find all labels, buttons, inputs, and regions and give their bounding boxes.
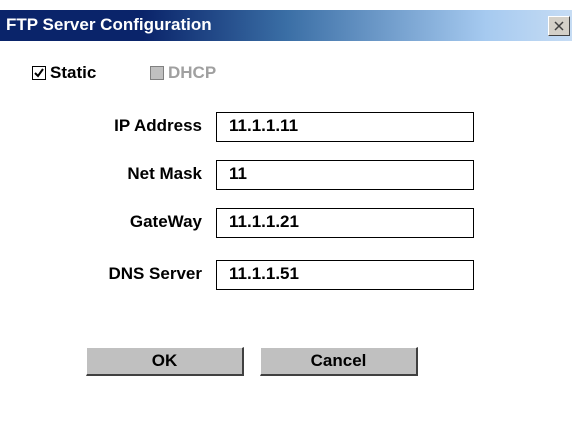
window-title: FTP Server Configuration <box>6 15 212 34</box>
net-mask-field[interactable]: 11 <box>216 160 474 190</box>
dhcp-label: DHCP <box>168 63 217 82</box>
close-button[interactable] <box>548 16 570 36</box>
dns-server-field[interactable]: 11.1.1.51 <box>216 260 474 290</box>
static-label: Static <box>50 63 97 82</box>
checkmark-icon <box>34 68 44 78</box>
ftp-server-config-dialog: FTP Server Configuration Static DHCP IP … <box>0 0 572 433</box>
ip-address-field[interactable]: 11.1.1.11 <box>216 112 474 142</box>
gateway-field[interactable]: 11.1.1.21 <box>216 208 474 238</box>
dhcp-checkbox-row[interactable]: DHCP <box>150 62 216 84</box>
gateway-label: GateWay <box>129 212 202 231</box>
dhcp-checkbox[interactable] <box>150 66 164 80</box>
static-checkbox-row[interactable]: Static <box>32 62 96 84</box>
close-x-icon <box>554 21 564 31</box>
cancel-button[interactable]: Cancel <box>260 347 418 376</box>
ok-button[interactable]: OK <box>86 347 244 376</box>
ip-address-label: IP Address <box>114 116 202 135</box>
title-bar[interactable]: FTP Server Configuration <box>0 10 572 41</box>
static-checkbox[interactable] <box>32 66 46 80</box>
net-mask-label: Net Mask <box>127 164 202 183</box>
dns-server-label: DNS Server <box>108 264 202 283</box>
